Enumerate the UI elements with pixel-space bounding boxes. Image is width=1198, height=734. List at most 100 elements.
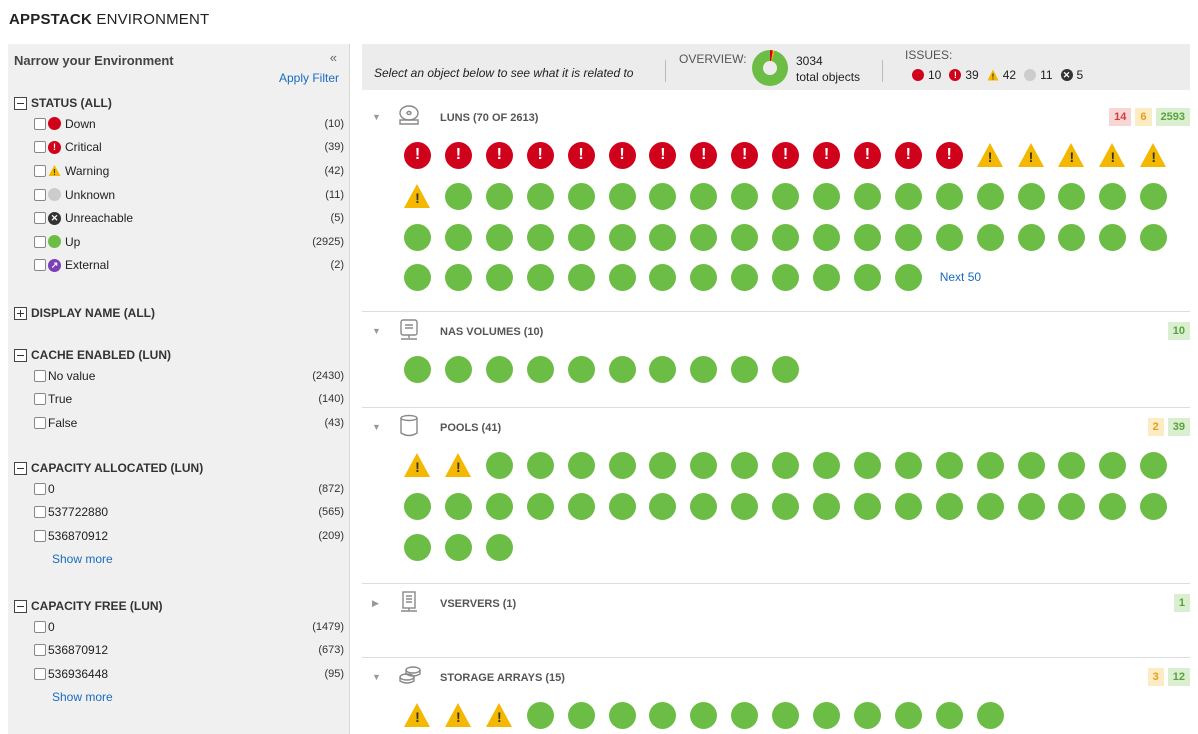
up-status-dot[interactable] — [608, 182, 636, 210]
up-status-dot[interactable] — [853, 223, 881, 251]
checkbox[interactable] — [34, 416, 46, 429]
expand-plus-icon[interactable] — [14, 306, 27, 320]
up-status-dot[interactable] — [526, 223, 554, 251]
filter-row[interactable]: True (140) — [14, 388, 344, 412]
status-group-toggle[interactable]: STATUS (ALL) — [14, 94, 344, 112]
collapse-minus-icon[interactable] — [14, 96, 27, 110]
filter-row-up[interactable]: Up (2925) — [14, 230, 344, 254]
capacity-allocated-group-toggle[interactable]: CAPACITY ALLOCATED (LUN) — [14, 459, 344, 477]
up-status-dot[interactable] — [772, 452, 800, 479]
up-status-dot[interactable] — [485, 264, 513, 292]
up-status-dot[interactable] — [526, 264, 554, 292]
up-status-dot[interactable] — [485, 533, 513, 561]
up-status-dot[interactable] — [1017, 182, 1045, 210]
up-status-dot[interactable] — [526, 182, 554, 210]
status-badge-yellow[interactable]: 3 — [1147, 668, 1164, 686]
up-status-dot[interactable] — [404, 492, 431, 520]
status-badge-red[interactable]: 14 — [1109, 108, 1132, 126]
warning-status-dot[interactable] — [444, 702, 472, 729]
up-status-dot[interactable] — [649, 356, 677, 383]
warning-status-dot[interactable] — [404, 452, 431, 479]
up-status-dot[interactable] — [731, 264, 759, 292]
status-badge-green[interactable]: 39 — [1167, 418, 1190, 436]
up-status-dot[interactable] — [567, 702, 595, 729]
chevron-down-icon[interactable]: ▼ — [372, 326, 381, 336]
up-status-dot[interactable] — [894, 702, 922, 729]
up-status-dot[interactable] — [444, 223, 472, 251]
checkbox[interactable] — [34, 212, 46, 225]
warning-status-dot[interactable] — [444, 452, 472, 479]
status-badge-green[interactable]: 2593 — [1155, 108, 1190, 126]
up-status-dot[interactable] — [444, 356, 472, 383]
checkbox[interactable] — [34, 393, 46, 406]
cache-enabled-group-toggle[interactable]: CACHE ENABLED (LUN) — [14, 346, 344, 364]
filter-row[interactable]: False (43) — [14, 411, 344, 435]
up-status-dot[interactable] — [1058, 223, 1086, 251]
up-status-dot[interactable] — [976, 452, 1004, 479]
filter-row[interactable]: 536870912 (209) — [14, 524, 344, 548]
up-status-dot[interactable] — [444, 264, 472, 292]
up-status-dot[interactable] — [526, 452, 554, 479]
up-status-dot[interactable] — [485, 452, 513, 479]
chevron-right-icon[interactable]: ▶ — [372, 598, 379, 609]
up-status-dot[interactable] — [935, 223, 963, 251]
up-status-dot[interactable] — [976, 223, 1004, 251]
up-status-dot[interactable] — [813, 702, 840, 729]
up-status-dot[interactable] — [813, 223, 840, 251]
warning-status-dot[interactable] — [404, 183, 431, 210]
up-status-dot[interactable] — [1099, 452, 1127, 479]
up-status-dot[interactable] — [485, 182, 513, 210]
up-status-dot[interactable] — [649, 264, 677, 292]
filter-row[interactable]: 0 (1479) — [14, 615, 344, 639]
up-status-dot[interactable] — [404, 223, 431, 251]
up-status-dot[interactable] — [649, 452, 677, 479]
up-status-dot[interactable] — [690, 492, 718, 520]
up-status-dot[interactable] — [690, 223, 718, 251]
up-status-dot[interactable] — [444, 533, 472, 561]
warning-status-dot[interactable] — [1140, 142, 1167, 169]
up-status-dot[interactable] — [1140, 182, 1168, 210]
section-header[interactable]: ▼ STORAGE ARRAYS (15) 3 12 — [362, 658, 1190, 702]
up-status-dot[interactable] — [567, 264, 595, 292]
show-more-free-link[interactable]: Show more — [14, 686, 344, 709]
up-status-dot[interactable] — [649, 702, 677, 729]
up-status-dot[interactable] — [608, 492, 636, 520]
critical-status-dot[interactable] — [772, 142, 800, 169]
apply-filter-link[interactable]: Apply Filter — [279, 71, 339, 85]
up-status-dot[interactable] — [853, 264, 881, 292]
critical-status-dot[interactable] — [567, 142, 595, 169]
up-status-dot[interactable] — [1099, 182, 1127, 210]
up-status-dot[interactable] — [894, 182, 922, 210]
checkbox[interactable] — [34, 644, 46, 657]
status-badge-green[interactable]: 10 — [1167, 322, 1190, 340]
up-status-dot[interactable] — [567, 223, 595, 251]
up-status-dot[interactable] — [976, 702, 1004, 729]
section-header[interactable]: ▼ LUNS (70 OF 2613) 14 6 2593 — [362, 98, 1190, 142]
show-more-allocated-link[interactable]: Show more — [14, 548, 344, 571]
warning-status-dot[interactable] — [1017, 142, 1045, 169]
up-status-dot[interactable] — [935, 182, 963, 210]
collapse-minus-icon[interactable] — [14, 348, 27, 362]
up-status-dot[interactable] — [1017, 492, 1045, 520]
chevron-down-icon[interactable]: ▼ — [372, 672, 381, 682]
up-status-dot[interactable] — [772, 492, 800, 520]
up-status-dot[interactable] — [853, 492, 881, 520]
up-status-dot[interactable] — [567, 356, 595, 383]
critical-status-dot[interactable] — [608, 142, 636, 169]
up-status-dot[interactable] — [444, 492, 472, 520]
up-status-dot[interactable] — [1058, 452, 1086, 479]
filter-row[interactable]: 0 (872) — [14, 477, 344, 501]
filter-row[interactable]: No value (2430) — [14, 364, 344, 388]
status-badge-yellow[interactable]: 6 — [1135, 108, 1152, 126]
up-status-dot[interactable] — [608, 452, 636, 479]
status-badge-green[interactable]: 1 — [1173, 594, 1190, 612]
capacity-free-group-toggle[interactable]: CAPACITY FREE (LUN) — [14, 597, 344, 615]
section-title[interactable]: VSERVERS (1) — [440, 598, 516, 610]
up-status-dot[interactable] — [731, 182, 759, 210]
up-status-dot[interactable] — [1140, 492, 1168, 520]
up-status-dot[interactable] — [1058, 492, 1086, 520]
collapse-minus-icon[interactable] — [14, 461, 27, 475]
up-status-dot[interactable] — [1140, 452, 1168, 479]
up-status-dot[interactable] — [894, 492, 922, 520]
display-name-group-toggle[interactable]: DISPLAY NAME (ALL) — [14, 304, 344, 322]
